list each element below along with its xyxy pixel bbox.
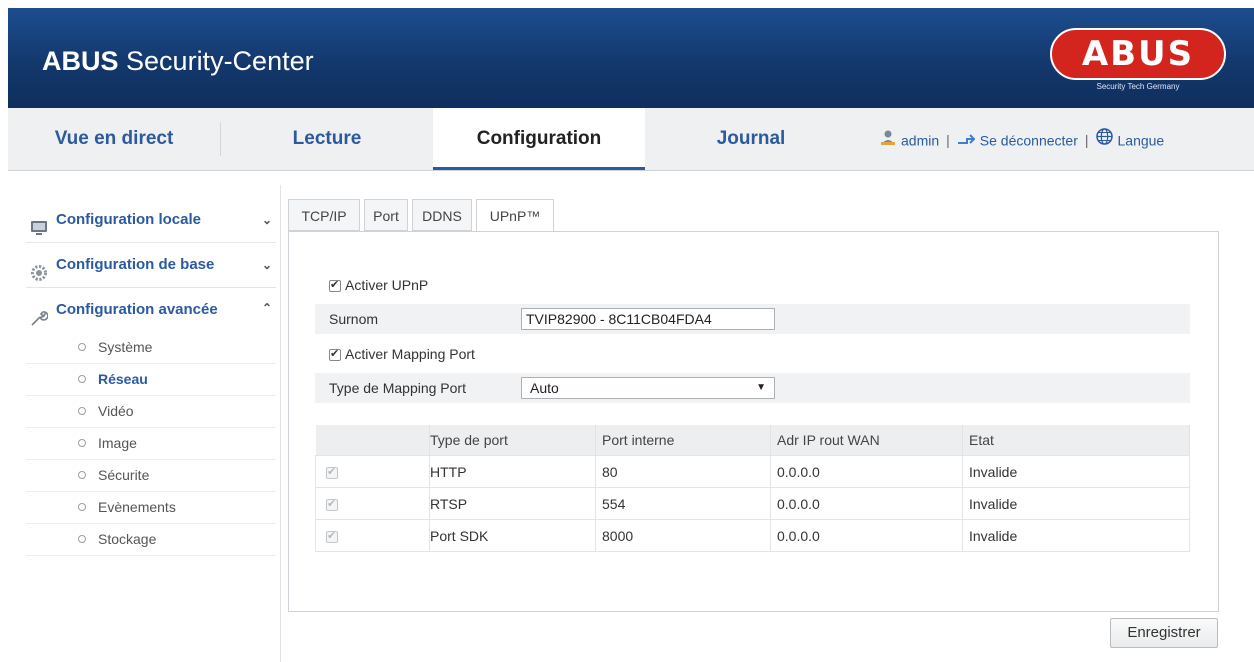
sidebar-sub-item[interactable]: Système	[26, 332, 276, 364]
wan-ip-cell: 0.0.0.0	[770, 519, 963, 552]
enable-upnp-checkbox[interactable]	[329, 276, 341, 294]
port-type-cell: Port SDK	[429, 519, 596, 552]
tab-configuration[interactable]: Configuration	[433, 108, 645, 170]
mapping-type-select[interactable]: Auto ▼	[521, 377, 775, 399]
enable-upnp-label: Activer UPnP	[345, 277, 429, 293]
chevron-up-icon: ⌃	[261, 301, 272, 315]
state-cell: Invalide	[962, 487, 1190, 520]
abus-logo: ABUS Security Tech Germany	[1050, 28, 1226, 91]
sidebar-item-label: Configuration locale	[56, 211, 202, 228]
row-checkbox[interactable]	[326, 495, 338, 513]
nickname-row: Surnom TVIP82900 - 8C11CB04FDA4	[315, 304, 1190, 334]
sidebar-item-label: Configuration de base	[56, 256, 215, 273]
logo-mark: ABUS	[1050, 28, 1226, 80]
upnp-panel: Activer UPnP Surnom TVIP82900 - 8C11CB04…	[288, 231, 1219, 612]
table-row: Port SDK 8000 0.0.0.0 Invalide	[315, 519, 1190, 552]
logo-tagline: Security Tech Germany	[1096, 82, 1180, 91]
computer-icon	[30, 211, 48, 235]
nickname-label: Surnom	[329, 311, 379, 327]
app-header: ABUS Security-Center ABUS Security Tech …	[8, 8, 1254, 108]
sidebar-item-label: Configuration avancée	[56, 301, 218, 318]
column-header: Adr IP rout WAN	[770, 425, 963, 456]
internal-port-cell: 554	[595, 487, 771, 520]
tab-port[interactable]: Port	[364, 199, 408, 231]
nickname-input[interactable]: TVIP82900 - 8C11CB04FDA4	[521, 308, 775, 330]
bullet-icon	[78, 503, 86, 511]
tab-journal[interactable]: Journal	[645, 108, 857, 170]
column-header: Port interne	[595, 425, 771, 456]
dropdown-arrow-icon: ▼	[756, 382, 766, 393]
chevron-down-icon: ⌄	[261, 213, 272, 227]
sidebar-sub-item-active[interactable]: Réseau	[26, 364, 276, 396]
sidebar-item-local-config[interactable]: Configuration locale ⌄	[26, 198, 276, 243]
bullet-icon	[78, 439, 86, 447]
sidebar: Configuration locale ⌄ Configuration de …	[26, 198, 276, 556]
bullet-icon	[78, 471, 86, 479]
bullet-icon	[78, 343, 86, 351]
wan-ip-cell: 0.0.0.0	[770, 487, 963, 520]
mapping-type-row: Type de Mapping Port Auto ▼	[315, 373, 1190, 403]
tab-upnp[interactable]: UPnP™	[476, 199, 554, 233]
gear-icon	[30, 256, 48, 281]
bullet-icon	[78, 375, 86, 383]
table-header: Type de port Port interne Adr IP rout WA…	[315, 425, 1190, 456]
column-header	[315, 425, 430, 456]
sidebar-divider	[280, 185, 281, 662]
tab-live-view[interactable]: Vue en direct	[8, 108, 220, 170]
bullet-icon	[78, 407, 86, 415]
user-icon	[880, 109, 896, 171]
sidebar-item-basic-config[interactable]: Configuration de base ⌄	[26, 243, 276, 288]
wan-ip-cell: 0.0.0.0	[770, 455, 963, 488]
internal-port-cell: 8000	[595, 519, 771, 552]
enable-upnp-row: Activer UPnP	[315, 270, 1190, 300]
sub-menu: Système Réseau Vidéo Image Sécurite Evèn…	[26, 332, 276, 556]
enable-mapping-checkbox[interactable]	[329, 345, 341, 363]
save-button[interactable]: Enregistrer	[1110, 618, 1218, 648]
language-link[interactable]: Langue	[1118, 132, 1165, 148]
column-header: Type de port	[429, 425, 596, 456]
sidebar-item-advanced-config[interactable]: Configuration avancée ⌃	[26, 288, 276, 332]
chevron-down-icon: ⌄	[261, 258, 272, 272]
tab-tcpip[interactable]: TCP/IP	[288, 199, 360, 231]
username[interactable]: admin	[901, 132, 939, 148]
sidebar-sub-item[interactable]: Stockage	[26, 524, 276, 556]
sidebar-sub-item[interactable]: Image	[26, 428, 276, 460]
tab-ddns[interactable]: DDNS	[412, 199, 472, 231]
row-checkbox[interactable]	[326, 463, 338, 481]
logout-link[interactable]: Se déconnecter	[980, 132, 1078, 148]
state-cell: Invalide	[962, 455, 1190, 488]
enable-mapping-row: Activer Mapping Port	[315, 339, 1190, 369]
port-type-cell: HTTP	[429, 455, 596, 488]
column-header: Etat	[962, 425, 1190, 456]
tab-playback[interactable]: Lecture	[221, 108, 433, 170]
sidebar-sub-item[interactable]: Evènements	[26, 492, 276, 524]
port-mapping-table: Type de port Port interne Adr IP rout WA…	[315, 425, 1190, 552]
enable-mapping-label: Activer Mapping Port	[345, 346, 475, 362]
table-row: HTTP 80 0.0.0.0 Invalide	[315, 455, 1190, 488]
bullet-icon	[78, 535, 86, 543]
table-row: RTSP 554 0.0.0.0 Invalide	[315, 487, 1190, 520]
main-nav: Vue en direct Lecture Configuration Jour…	[8, 108, 1254, 171]
app-title: ABUS Security-Center	[42, 46, 314, 76]
wrench-icon	[30, 301, 49, 326]
user-area: admin | Se déconnecter | Langue	[880, 108, 1164, 170]
port-type-cell: RTSP	[429, 487, 596, 520]
internal-port-cell: 80	[595, 455, 771, 488]
sidebar-sub-item[interactable]: Vidéo	[26, 396, 276, 428]
sidebar-sub-item[interactable]: Sécurite	[26, 460, 276, 492]
state-cell: Invalide	[962, 519, 1190, 552]
globe-icon	[1095, 109, 1113, 171]
logout-icon	[957, 109, 977, 171]
row-checkbox[interactable]	[326, 527, 338, 545]
mapping-type-label: Type de Mapping Port	[329, 380, 466, 396]
